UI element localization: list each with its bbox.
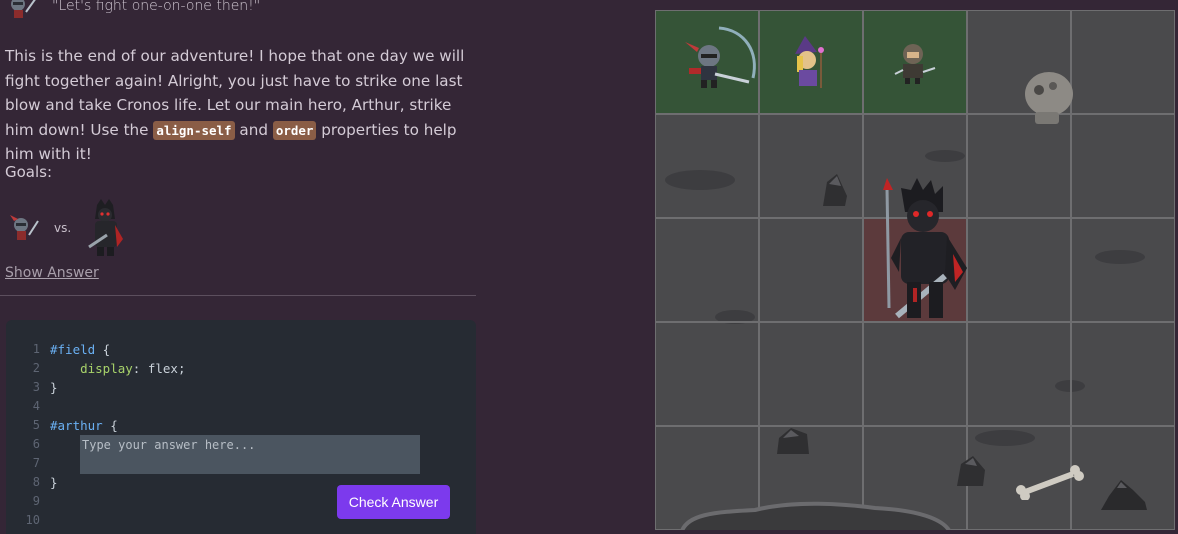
vs-label: vs. xyxy=(54,221,72,235)
line-number: 1 xyxy=(32,342,40,356)
arthur-sprite xyxy=(685,26,756,88)
rock-icon xyxy=(777,428,809,454)
grid-cell xyxy=(1071,114,1175,218)
pit-edge-icon xyxy=(680,501,952,530)
line-number: 4 xyxy=(32,399,40,413)
instructions-panel: "Let's fight one-on-one then!" This is t… xyxy=(0,0,476,534)
open-brace: { xyxy=(102,418,118,433)
rock-icon xyxy=(823,174,847,206)
code-line-2: display: flex; xyxy=(50,359,185,378)
goal-matchup: vs. xyxy=(8,198,125,258)
arthur-portrait-icon xyxy=(11,0,36,18)
divider xyxy=(0,295,476,296)
rogue-sprite xyxy=(894,44,936,84)
grid-cell xyxy=(967,322,1071,426)
code-line-1: #field { xyxy=(50,340,185,359)
grid-cell xyxy=(967,218,1071,322)
order-chip: order xyxy=(272,120,317,140)
code-line-5: #arthur { xyxy=(50,416,185,435)
line-number: 9 xyxy=(32,494,40,508)
display-value: : flex; xyxy=(132,361,186,376)
bone-icon xyxy=(1016,465,1084,500)
arthur-selector: #arthur xyxy=(50,418,103,433)
grid-cell xyxy=(655,218,759,322)
line-number: 10 xyxy=(25,513,40,527)
code-editor: 1 2 3 4 5 6 7 8 9 10 #field { display: f… xyxy=(6,320,476,534)
code-line-8: } xyxy=(50,475,58,490)
grid-cell xyxy=(863,322,967,426)
story-text: This is the end of our adventure! I hope… xyxy=(5,44,475,167)
game-board xyxy=(655,10,1175,530)
field-selector: #field xyxy=(50,342,96,357)
check-answer-button[interactable]: Check Answer xyxy=(337,485,450,519)
line-number: 8 xyxy=(32,475,40,489)
line-numbers: 1 2 3 4 5 6 7 8 9 10 xyxy=(20,340,40,530)
grid-cell xyxy=(967,114,1071,218)
skull-icon xyxy=(1025,72,1073,124)
grid-cell xyxy=(655,322,759,426)
grid-cell xyxy=(655,114,759,218)
grid-cell xyxy=(759,218,863,322)
show-answer-link[interactable]: Show Answer xyxy=(5,265,99,281)
rock-icon xyxy=(1101,480,1147,510)
line-number: 2 xyxy=(32,361,40,375)
wizard-sprite xyxy=(795,36,824,88)
rock-icon xyxy=(957,456,985,486)
grid-cell xyxy=(1071,10,1175,114)
cronos-goal-icon xyxy=(88,199,124,256)
line-number: 6 xyxy=(32,437,40,451)
line-number: 3 xyxy=(32,380,40,394)
answer-input[interactable] xyxy=(80,435,420,474)
grid-cell xyxy=(1071,218,1175,322)
open-brace: { xyxy=(95,342,111,357)
arthur-goal-icon xyxy=(10,215,39,240)
character-quote: "Let's fight one-on-one then!" xyxy=(52,0,261,14)
grid-cell xyxy=(1071,322,1175,426)
grid-cell xyxy=(759,322,863,426)
goals-label: Goals: xyxy=(5,163,53,181)
quote-row: "Let's fight one-on-one then!" xyxy=(6,0,260,18)
line-number: 7 xyxy=(32,456,40,470)
cronos-sprite xyxy=(883,178,967,319)
display-property: display xyxy=(80,361,133,376)
line-number: 5 xyxy=(32,418,40,432)
code-line-3: } xyxy=(50,380,58,395)
story-part-2: and xyxy=(234,120,273,139)
align-self-chip: align-self xyxy=(153,120,235,140)
